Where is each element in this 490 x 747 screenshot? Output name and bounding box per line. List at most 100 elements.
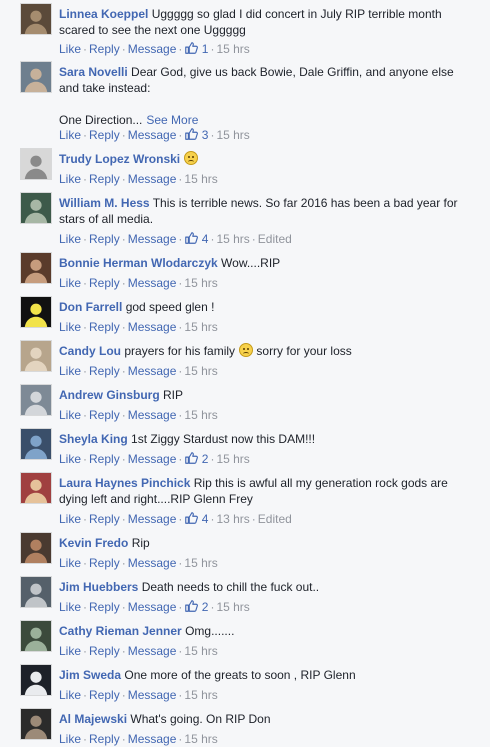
timestamp[interactable]: 15 hrs <box>216 128 249 142</box>
reply-link[interactable]: Reply <box>89 688 120 702</box>
avatar[interactable] <box>20 472 52 504</box>
message-link[interactable]: Message <box>128 688 177 702</box>
reply-link[interactable]: Reply <box>89 232 120 246</box>
message-link[interactable]: Message <box>128 42 177 56</box>
edited-label[interactable]: Edited <box>258 232 292 246</box>
reply-link[interactable]: Reply <box>89 42 120 56</box>
message-link[interactable]: Message <box>128 320 177 334</box>
message-link[interactable]: Message <box>128 600 177 614</box>
avatar[interactable] <box>20 532 52 564</box>
reply-link[interactable]: Reply <box>89 128 120 142</box>
timestamp[interactable]: 13 hrs <box>216 512 249 526</box>
avatar[interactable] <box>20 576 52 608</box>
avatar[interactable] <box>20 384 52 416</box>
reply-link[interactable]: Reply <box>89 732 120 746</box>
reply-link[interactable]: Reply <box>89 644 120 658</box>
like-link[interactable]: Like <box>59 320 81 334</box>
comment-author[interactable]: Trudy Lopez Wronski <box>59 152 180 166</box>
like-link[interactable]: Like <box>59 128 81 142</box>
message-link[interactable]: Message <box>128 276 177 290</box>
comment-author[interactable]: Cathy Rieman Jenner <box>59 624 182 638</box>
like-link[interactable]: Like <box>59 408 81 422</box>
like-link[interactable]: Like <box>59 556 81 570</box>
timestamp[interactable]: 15 hrs <box>216 600 249 614</box>
message-link[interactable]: Message <box>128 364 177 378</box>
message-link[interactable]: Message <box>128 452 177 466</box>
timestamp[interactable]: 15 hrs <box>184 276 217 290</box>
timestamp[interactable]: 15 hrs <box>184 408 217 422</box>
reply-link[interactable]: Reply <box>89 512 120 526</box>
like-link[interactable]: Like <box>59 512 81 526</box>
timestamp[interactable]: 15 hrs <box>216 452 249 466</box>
reply-link[interactable]: Reply <box>89 452 120 466</box>
see-more-link[interactable]: See More <box>146 113 198 127</box>
reply-link[interactable]: Reply <box>89 600 120 614</box>
comment-author[interactable]: Linnea Koeppel <box>59 7 148 21</box>
action-separator: · <box>83 600 88 614</box>
avatar[interactable] <box>20 61 52 93</box>
avatar[interactable] <box>20 296 52 328</box>
timestamp[interactable]: 15 hrs <box>184 688 217 702</box>
comment-author[interactable]: Andrew Ginsburg <box>59 388 160 402</box>
like-link[interactable]: Like <box>59 732 81 746</box>
like-count[interactable]: 2 <box>184 452 208 466</box>
message-link[interactable]: Message <box>128 232 177 246</box>
avatar[interactable] <box>20 3 52 35</box>
comment-author[interactable]: Kevin Fredo <box>59 536 128 550</box>
comment-author[interactable]: Bonnie Herman Wlodarczyk <box>59 256 218 270</box>
comment-author[interactable]: William M. Hess <box>59 196 150 210</box>
avatar[interactable] <box>20 428 52 460</box>
like-link[interactable]: Like <box>59 42 81 56</box>
message-link[interactable]: Message <box>128 644 177 658</box>
avatar[interactable] <box>20 664 52 696</box>
comment-author[interactable]: Candy Lou <box>59 344 121 358</box>
comment-author[interactable]: Sara Novelli <box>59 65 128 79</box>
timestamp[interactable]: 15 hrs <box>184 644 217 658</box>
message-link[interactable]: Message <box>128 556 177 570</box>
comment-author[interactable]: Al Majewski <box>59 712 127 726</box>
avatar[interactable] <box>20 148 52 180</box>
timestamp[interactable]: 15 hrs <box>184 556 217 570</box>
like-link[interactable]: Like <box>59 452 81 466</box>
comment-author[interactable]: Don Farrell <box>59 300 122 314</box>
timestamp[interactable]: 15 hrs <box>216 42 249 56</box>
reply-link[interactable]: Reply <box>89 408 120 422</box>
like-count[interactable]: 3 <box>184 128 208 142</box>
reply-link[interactable]: Reply <box>89 320 120 334</box>
timestamp[interactable]: 15 hrs <box>184 732 217 746</box>
like-link[interactable]: Like <box>59 232 81 246</box>
reply-link[interactable]: Reply <box>89 172 120 186</box>
avatar[interactable] <box>20 252 52 284</box>
like-count[interactable]: 4 <box>184 232 208 246</box>
comment-author[interactable]: Sheyla King <box>59 432 128 446</box>
like-link[interactable]: Like <box>59 364 81 378</box>
message-link[interactable]: Message <box>128 172 177 186</box>
like-link[interactable]: Like <box>59 644 81 658</box>
timestamp[interactable]: 15 hrs <box>184 364 217 378</box>
message-link[interactable]: Message <box>128 128 177 142</box>
timestamp[interactable]: 15 hrs <box>184 172 217 186</box>
like-link[interactable]: Like <box>59 276 81 290</box>
like-count[interactable]: 1 <box>184 42 208 56</box>
comment-author[interactable]: Jim Sweda <box>59 668 121 682</box>
avatar[interactable] <box>20 192 52 224</box>
like-count[interactable]: 4 <box>184 512 208 526</box>
timestamp[interactable]: 15 hrs <box>216 232 249 246</box>
message-link[interactable]: Message <box>128 408 177 422</box>
reply-link[interactable]: Reply <box>89 556 120 570</box>
comment-author[interactable]: Laura Haynes Pinchick <box>59 476 190 490</box>
comment-author[interactable]: Jim Huebbers <box>59 580 138 594</box>
avatar[interactable] <box>20 340 52 372</box>
like-link[interactable]: Like <box>59 688 81 702</box>
like-count[interactable]: 2 <box>184 600 208 614</box>
reply-link[interactable]: Reply <box>89 276 120 290</box>
like-link[interactable]: Like <box>59 172 81 186</box>
timestamp[interactable]: 15 hrs <box>184 320 217 334</box>
avatar[interactable] <box>20 708 52 740</box>
message-link[interactable]: Message <box>128 512 177 526</box>
reply-link[interactable]: Reply <box>89 364 120 378</box>
message-link[interactable]: Message <box>128 732 177 746</box>
edited-label[interactable]: Edited <box>258 512 292 526</box>
like-link[interactable]: Like <box>59 600 81 614</box>
avatar[interactable] <box>20 620 52 652</box>
